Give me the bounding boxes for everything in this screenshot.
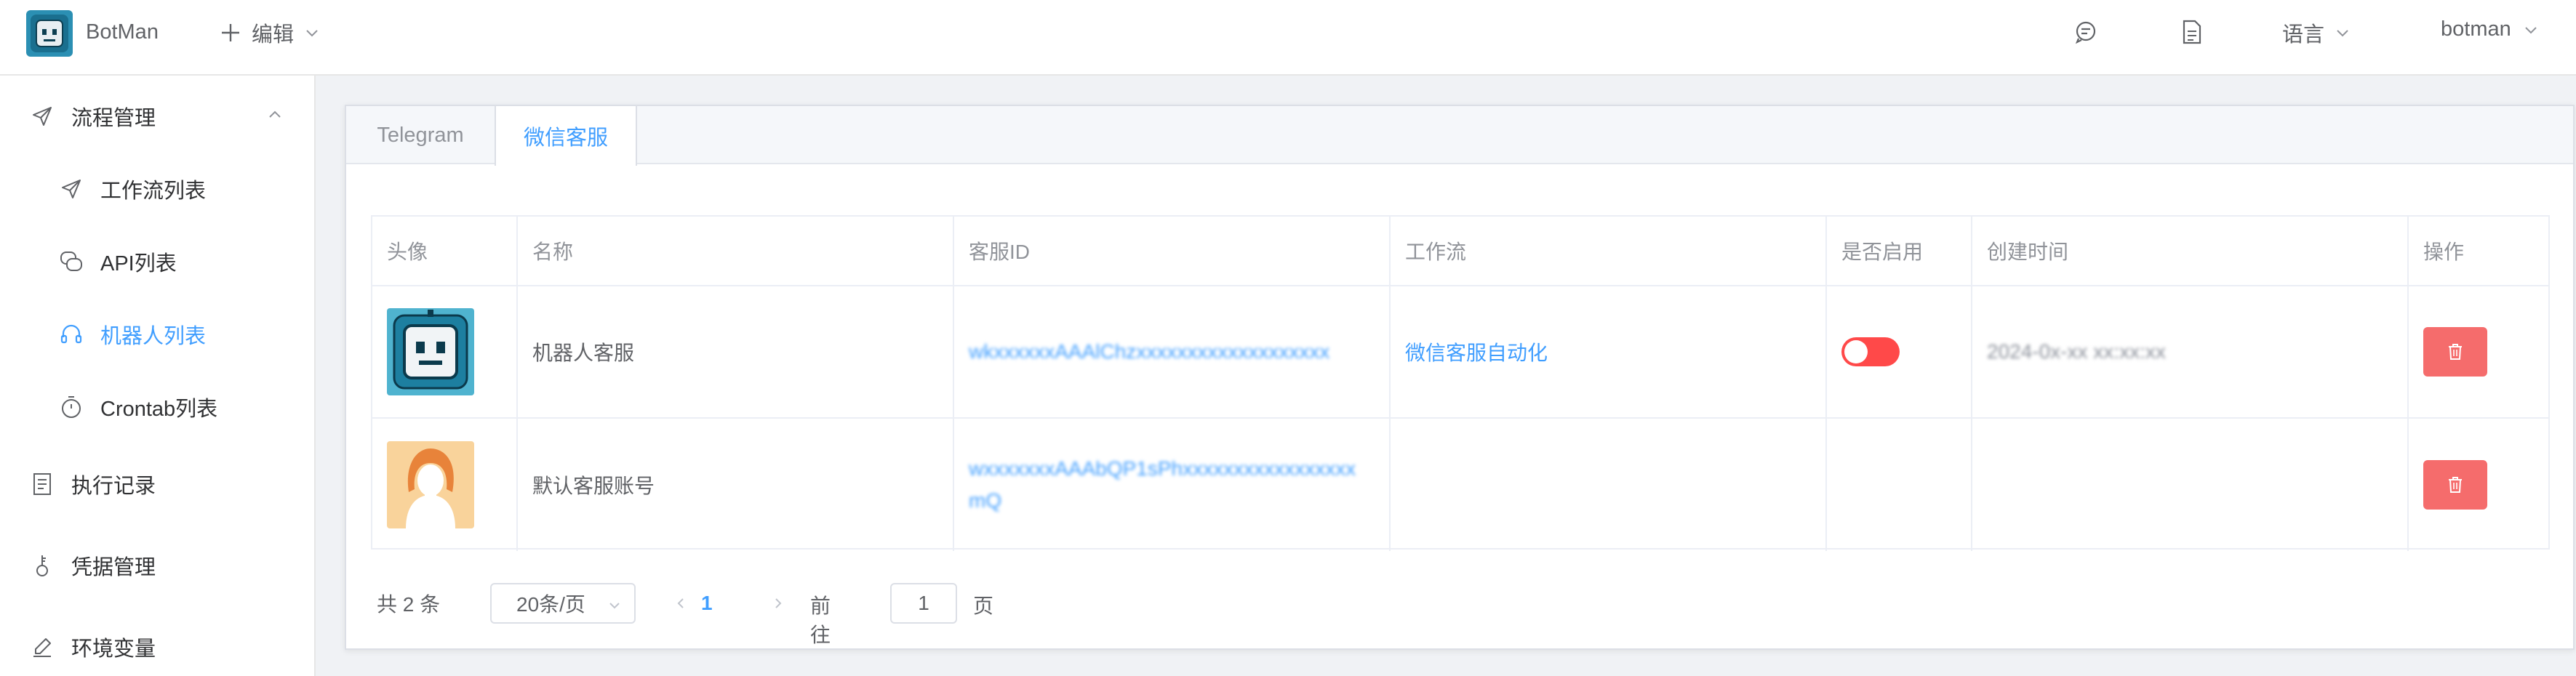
goto-label: 前往 xyxy=(810,595,831,646)
sidebar-item-label: 执行记录 xyxy=(71,475,156,498)
chevron-left-icon xyxy=(677,598,684,608)
enabled-toggle[interactable] xyxy=(1841,337,1900,366)
workflow-link[interactable]: 微信客服自动化 xyxy=(1405,337,1548,366)
sidebar-item-workflow-list[interactable]: 工作流列表 xyxy=(0,154,314,224)
column-header-avatar: 头像 xyxy=(372,217,518,285)
bot-table: 头像 名称 客服ID 工作流 是否启用 创建时间 操作 机器人客服 wkxxxx… xyxy=(371,215,2550,551)
tabs-bar: Telegram 微信客服 xyxy=(346,106,2573,166)
botman-logo[interactable] xyxy=(26,10,73,57)
brand-name: BotMan xyxy=(86,20,159,44)
bot-name: 默认客服账号 xyxy=(518,419,954,551)
key-icon xyxy=(29,552,55,579)
bot-list-card: Telegram 微信客服 头像 名称 客服ID 工作流 是否启用 创建时间 操… xyxy=(345,105,2575,650)
sidebar-item-label: API列表 xyxy=(100,252,177,275)
next-page-button[interactable] xyxy=(764,583,793,624)
chevron-down-icon xyxy=(2525,26,2537,33)
chevron-right-icon xyxy=(775,598,782,608)
send-icon xyxy=(58,176,84,202)
chat-bubble-icon[interactable] xyxy=(2071,17,2100,47)
trash-icon xyxy=(2449,344,2462,360)
sidebar-item-api-list[interactable]: API列表 xyxy=(0,227,314,297)
headset-icon xyxy=(58,321,84,347)
sidebar-item-label: 机器人列表 xyxy=(100,325,207,348)
page-number-current[interactable]: 1 xyxy=(701,583,713,624)
table-row: 机器人客服 wkxxxxxxAAAlChzxxxxxxxxxxxxxxxxxxx… xyxy=(372,286,2548,419)
robot-avatar xyxy=(387,308,474,395)
total-count: 共 2 条 xyxy=(377,593,441,616)
sidebar-item-label: 流程管理 xyxy=(71,107,156,130)
column-header-service-id: 客服ID xyxy=(954,217,1391,285)
send-icon xyxy=(29,103,55,129)
language-menu[interactable]: 语言 xyxy=(2282,17,2351,48)
column-header-name: 名称 xyxy=(518,217,954,285)
stopwatch-icon xyxy=(58,394,84,420)
sidebar-item-credentials[interactable]: 凭据管理 xyxy=(0,531,314,600)
toggle-knob xyxy=(1844,340,1868,363)
goto-page-input[interactable] xyxy=(890,583,957,624)
chevron-down-icon xyxy=(609,603,620,609)
edit-menu[interactable]: 编辑 xyxy=(220,17,320,48)
tab-telegram[interactable]: Telegram xyxy=(346,106,495,164)
column-header-created-time: 创建时间 xyxy=(1972,217,2409,285)
edit-menu-label: 编辑 xyxy=(252,23,295,47)
sidebar: 流程管理 工作流列表 API列表 机器人列表 Crontab列表 执行记录 凭据… xyxy=(0,76,316,676)
workflow-cell xyxy=(1391,419,1827,551)
sidebar-item-env-variables[interactable]: 环境变量 xyxy=(0,612,314,676)
chat-icon xyxy=(58,249,84,275)
sidebar-item-label: Crontab列表 xyxy=(100,398,218,421)
pen-icon xyxy=(29,634,55,660)
sidebar-item-label: 工作流列表 xyxy=(100,180,207,203)
sidebar-item-bot-list[interactable]: 机器人列表 xyxy=(0,299,314,369)
trash-icon xyxy=(2449,477,2462,493)
column-header-enabled: 是否启用 xyxy=(1827,217,1972,285)
prev-page-button[interactable] xyxy=(666,583,695,624)
goto-unit: 页 xyxy=(973,595,994,617)
column-header-actions: 操作 xyxy=(2423,241,2465,263)
sidebar-item-flow-management[interactable]: 流程管理 xyxy=(0,81,314,151)
language-label: 语言 xyxy=(2282,23,2325,47)
plus-icon xyxy=(222,24,239,41)
tab-wechat-service[interactable]: 微信客服 xyxy=(495,106,637,166)
chevron-up-icon xyxy=(269,110,281,118)
service-id: wkxxxxxxAAAlChzxxxxxxxxxxxxxxxxxxx xyxy=(969,340,1330,363)
table-header: 头像 名称 客服ID 工作流 是否启用 创建时间 操作 xyxy=(372,217,2548,286)
page-size-select[interactable]: 20条/页 xyxy=(490,583,636,624)
woman-avatar xyxy=(387,441,474,528)
sidebar-item-crontab-list[interactable]: Crontab列表 xyxy=(0,372,314,442)
chevron-down-icon xyxy=(2337,30,2348,37)
delete-button[interactable] xyxy=(2423,460,2487,510)
pagination: 共 2 条 20条/页 1 前往 页 xyxy=(377,583,993,646)
chevron-down-icon xyxy=(306,30,318,37)
enabled-cell xyxy=(1827,419,1972,551)
table-row: 默认客服账号 wxxxxxxxAAAbQP1sPhxxxxxxxxxxxxxxx… xyxy=(372,419,2548,551)
page-size-value: 20条/页 xyxy=(516,593,585,616)
bot-name: 机器人客服 xyxy=(518,286,954,417)
delete-button[interactable] xyxy=(2423,327,2487,377)
column-header-workflow: 工作流 xyxy=(1391,217,1827,285)
top-header: BotMan 编辑 语言 botman xyxy=(0,0,2576,76)
sidebar-item-label: 凭据管理 xyxy=(71,556,156,579)
document-icon[interactable] xyxy=(2177,17,2207,47)
user-menu[interactable]: botman xyxy=(2441,17,2539,41)
sidebar-item-label: 环境变量 xyxy=(71,637,156,661)
created-time: 2024-0x-xx xx:xx:xx xyxy=(1987,340,2166,363)
username: botman xyxy=(2441,17,2511,41)
document-icon xyxy=(29,471,55,497)
created-time-cell xyxy=(1972,419,2409,551)
service-id: wxxxxxxxAAAbQP1sPhxxxxxxxxxxxxxxxxxmQ xyxy=(969,457,1356,512)
sidebar-item-execution-records[interactable]: 执行记录 xyxy=(0,449,314,519)
